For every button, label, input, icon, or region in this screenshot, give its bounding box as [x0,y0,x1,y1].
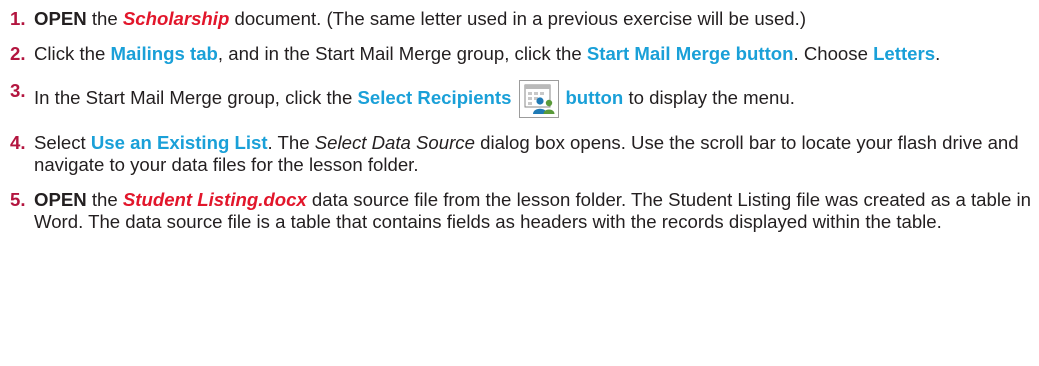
step-text: Select [34,132,91,153]
document-name: Scholarship [122,8,230,29]
step-text: the [86,8,123,29]
step-number: 1. [10,8,26,29]
dialog-name: Select Data Source [314,132,475,153]
step-text: . Choose [793,43,874,64]
step-3: 3. In the Start Mail Merge group, click … [0,80,1039,118]
step-text: . [935,43,941,64]
step-text: . The [267,132,315,153]
step-1: 1. OPEN the Scholarship document. (The s… [0,8,1039,30]
step-4: 4. Select Use an Existing List. The Sele… [0,132,1039,176]
step-text: the [86,189,123,210]
step-number: 3. [10,80,26,101]
step-text: , and in the Start Mail Merge group, cli… [217,43,587,64]
step-text: to display the menu. [623,87,795,108]
step-number: 5. [10,189,26,210]
button-ref: button [565,87,624,108]
instruction-steps: 1. OPEN the Scholarship document. (The s… [0,8,1039,233]
step-2: 2. Click the Mailings tab, and in the St… [0,43,1039,65]
open-keyword: OPEN [34,189,87,210]
open-keyword: OPEN [34,8,87,29]
letters-option-ref: Letters [873,43,936,64]
select-recipients-ref: Select Recipients [357,87,512,108]
step-text: Click the [34,43,111,64]
start-mail-merge-button-ref: Start Mail Merge button [586,43,794,64]
step-number: 4. [10,132,26,153]
document-name: Student Listing.docx [122,189,307,210]
step-5: 5. OPEN the Student Listing.docx data so… [0,189,1039,233]
step-number: 2. [10,43,26,64]
mailings-tab-ref: Mailings tab [110,43,218,64]
use-existing-list-ref: Use an Existing List [90,132,268,153]
step-text: In the Start Mail Merge group, click the [34,87,358,108]
step-text: document. (The same letter used in a pre… [229,8,807,29]
select-recipients-icon [519,80,560,118]
